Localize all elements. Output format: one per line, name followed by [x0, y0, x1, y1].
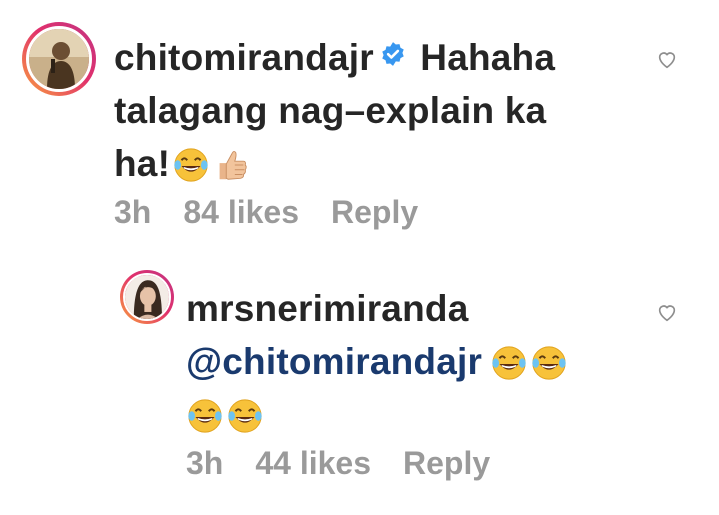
comment-text-line2: talagang nag–explain ka	[114, 90, 547, 131]
comment-meta: 3h 84 likes Reply	[114, 194, 450, 231]
face-with-tears-of-joy-icon	[188, 399, 222, 433]
comment-body: chitomirandajr Hahaha talagang nag–expla…	[114, 31, 654, 190]
avatar-image	[125, 275, 169, 319]
reply-button[interactable]: Reply	[331, 194, 418, 230]
comment-text-line3: ha!	[114, 143, 171, 184]
avatar[interactable]	[123, 273, 171, 321]
comment-body: mrsnerimiranda @chitomirandajr	[186, 282, 656, 441]
likes-count[interactable]: 44 likes	[255, 445, 371, 481]
reply-button[interactable]: Reply	[403, 445, 490, 481]
face-with-tears-of-joy-icon	[228, 399, 262, 433]
face-with-tears-of-joy-icon	[532, 346, 566, 380]
face-with-tears-of-joy-icon	[492, 346, 526, 380]
username[interactable]: mrsnerimiranda	[186, 288, 468, 329]
avatar-image	[29, 29, 89, 89]
thumbs-up-icon	[219, 150, 247, 180]
username[interactable]: chitomirandajr	[114, 37, 374, 78]
mention-link[interactable]: @chitomirandajr	[186, 341, 482, 382]
comment-text-line1: Hahaha	[420, 37, 556, 78]
timestamp: 3h	[114, 194, 152, 230]
heart-outline-icon[interactable]	[656, 301, 678, 323]
verified-badge-icon	[382, 42, 404, 66]
timestamp: 3h	[186, 445, 224, 481]
avatar[interactable]	[26, 26, 92, 92]
face-with-tears-of-joy-icon	[174, 148, 208, 182]
heart-outline-icon[interactable]	[656, 48, 678, 70]
likes-count[interactable]: 84 likes	[183, 194, 299, 230]
comment-meta: 3h 44 likes Reply	[186, 445, 522, 482]
